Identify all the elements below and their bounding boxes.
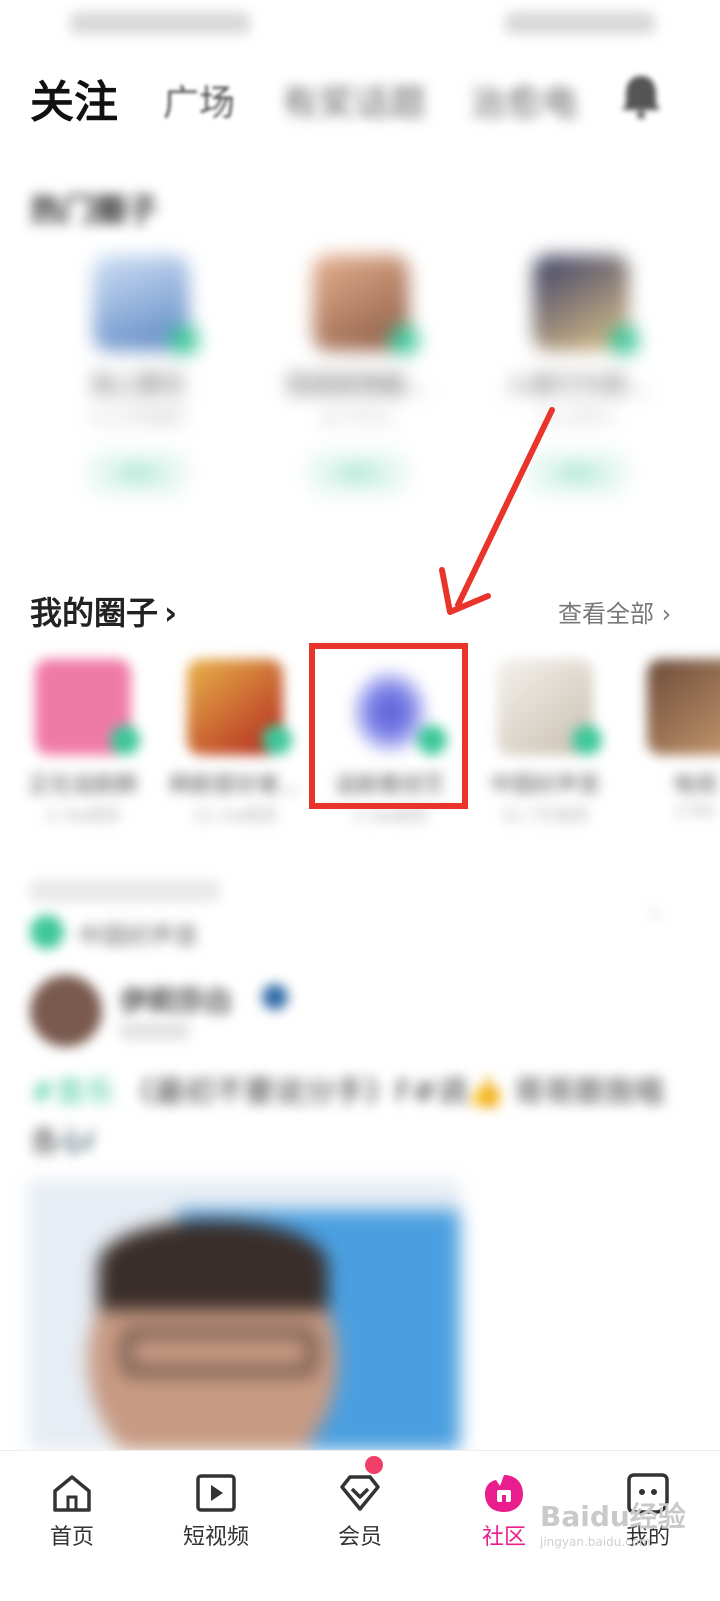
tab-follow[interactable]: 关注 [30,66,118,130]
diamond-icon [340,1475,380,1511]
nav-membership[interactable]: 会员 [288,1451,432,1601]
my-circle-members: 12.7万成员 [500,806,590,826]
hot-circle-name: 人类行为观... [506,371,649,399]
watermark: Baidu经验 jingyan.baidu.com [540,1495,710,1555]
hot-circles-title: 热门圈子 [30,191,159,229]
tab-square[interactable]: 广场 [163,74,235,126]
my-circle-item[interactable]: 韩剧爱好者... 12.1w成员 [170,655,300,830]
post-username[interactable]: 伊莉莎白 [120,980,232,1020]
hot-circle-card[interactable]: 海上繁花 11.2万成员 +加入 [35,235,240,520]
tab-reward-topics[interactable]: 有奖话题 [282,74,426,126]
home-icon [53,1475,91,1512]
feed-more-chevron-icon[interactable]: › [650,898,660,928]
my-circle-name: 正在追剧群 [27,773,138,798]
top-tabs: 关注 广场 有奖话题 治愈电 [0,60,720,130]
status-left-indicators [70,12,250,34]
nav-short-video[interactable]: 短视频 [144,1451,288,1601]
circle-badge-icon [389,325,419,355]
notification-dot [365,1456,383,1474]
post-image-hair [98,1220,328,1310]
my-circle-item[interactable]: 正在追剧群 2.3w成员 [18,655,148,830]
nav-home[interactable]: 首页 [0,1451,144,1601]
circle-badge-icon [572,725,602,755]
post-image[interactable] [28,1180,460,1450]
circle-badge-icon [262,725,292,755]
nav-home-label: 首页 [49,1525,94,1550]
my-circles-title[interactable]: 我的圈子 › [30,588,177,634]
verified-badge-icon [262,984,288,1010]
join-button[interactable]: +加入 [85,450,190,496]
hot-circle-members: 11.2万成员 [90,407,185,428]
my-circle-members: 2.3w成员 [45,806,121,826]
join-button[interactable]: +加入 [305,450,410,496]
my-circle-members: 12.1w成员 [192,806,278,826]
circle-badge-icon [110,725,140,755]
circle-badge-icon [169,325,199,355]
tab-healing[interactable]: 治愈电 [470,74,578,126]
my-circle-item[interactable]: 中国好声音 12.7万成员 [480,655,610,830]
status-bar [0,0,720,50]
post-text[interactable]: #音乐 《最初不要说分手》F#调👍 哥哥跟我唱各🎶 [30,1068,680,1168]
hot-circle-name: 海上繁花 [89,371,186,399]
circle-badge-icon [609,325,639,355]
my-circle-thumbnail [647,659,720,755]
annotation-arrow-icon [439,407,555,615]
view-all-link[interactable]: 查看全部 › [558,594,671,629]
my-circle-name: 电视 [672,773,717,798]
feed-circle-name[interactable]: 中国好声音 [78,916,198,951]
notification-bell-icon[interactable] [620,72,662,120]
chevron-right-icon: › [164,594,178,632]
feed-circle-icon [30,915,64,949]
status-right-indicators [505,12,655,34]
nav-membership-label: 会员 [337,1525,382,1550]
annotation-highlight-box [309,643,468,809]
watermark-text: Baidu经验 [540,1500,686,1533]
my-circle-name: 中国好声音 [489,773,600,798]
video-icon [196,1474,236,1512]
community-icon [485,1475,523,1512]
my-circles-title-text: 我的圈子 [30,594,159,632]
hot-circle-name: 我爱剧情截... [286,371,429,399]
nav-short-video-label: 短视频 [182,1525,249,1550]
watermark-sub: jingyan.baidu.com [540,1535,651,1549]
my-circle-members: 2.6w [674,801,716,821]
my-circle-name: 韩剧爱好者... [169,773,301,798]
feed-source-label [30,880,220,902]
post-time [120,1022,190,1040]
my-circle-item[interactable]: 电视 2.6w [630,655,720,830]
post-hashtag[interactable]: #音乐 [30,1075,115,1110]
post-image-glasses [123,1330,315,1374]
avatar[interactable] [30,975,102,1047]
post-body: 《最初不要说分手》F#调👍 哥哥跟我唱各🎶 [30,1075,664,1160]
